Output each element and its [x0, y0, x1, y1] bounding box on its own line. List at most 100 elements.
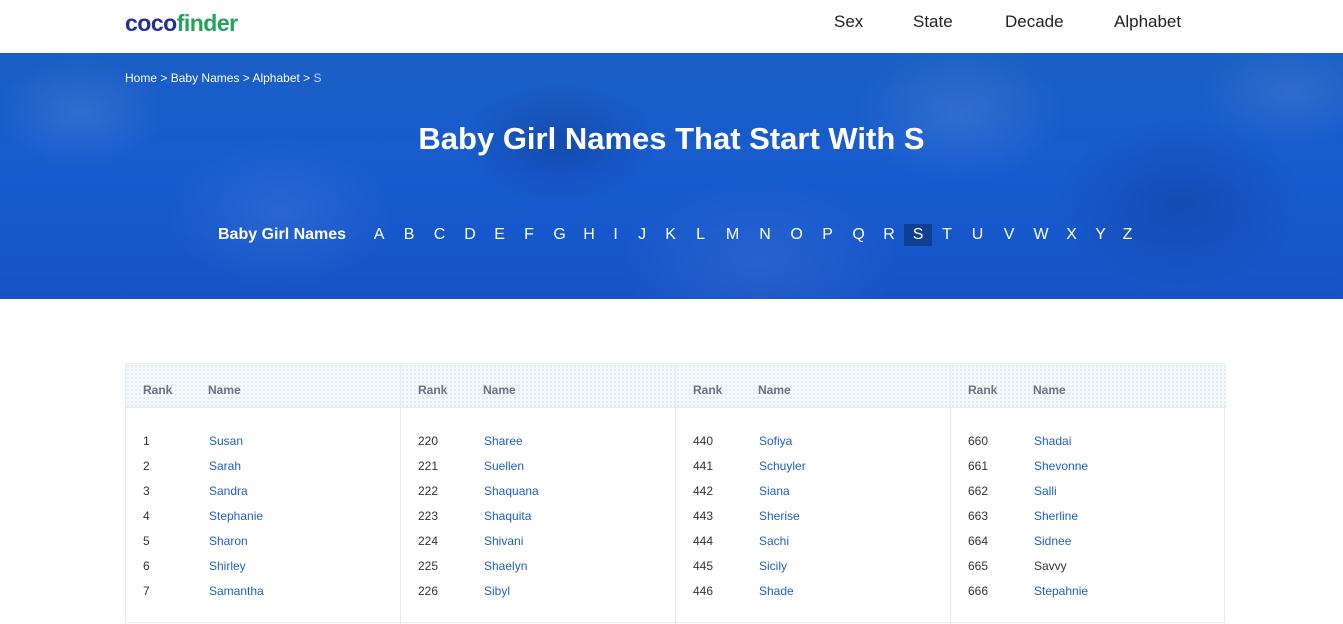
rank-cell: 442 — [693, 484, 714, 498]
hero-banner: Home > Baby Names > Alphabet > S Baby Gi… — [0, 53, 1343, 299]
name-link[interactable]: Stepahnie — [1034, 584, 1088, 598]
rank-header: Rank — [693, 383, 723, 397]
nav-alphabet[interactable]: Alphabet — [1114, 12, 1181, 32]
table-row: 442 Siana — [676, 484, 950, 509]
letter-link-x[interactable]: X — [1057, 224, 1086, 246]
nav-sex[interactable]: Sex — [834, 12, 863, 32]
letter-link-w[interactable]: W — [1025, 224, 1057, 246]
breadcrumb-home[interactable]: Home — [125, 71, 157, 85]
letter-link-k[interactable]: K — [656, 224, 685, 246]
letter-link-b[interactable]: B — [394, 224, 424, 246]
rank-cell: 5 — [143, 534, 150, 548]
letter-link-a[interactable]: A — [364, 224, 394, 246]
name-link[interactable]: Sofiya — [759, 434, 792, 448]
table-row: 3 Sandra — [126, 484, 400, 509]
names-column: Rank Name 220 Sharee 221 Suellen 222 Shaquana 22… — [401, 364, 676, 624]
letter-link-h[interactable]: H — [575, 224, 603, 246]
name-link[interactable]: Shevonne — [1034, 459, 1088, 473]
letter-link-f[interactable]: F — [514, 224, 544, 246]
rank-cell: 226 — [418, 584, 439, 598]
name-link[interactable]: Shaquita — [484, 509, 531, 523]
name-link[interactable]: Sandra — [209, 484, 248, 498]
page-title: Baby Girl Names That Start With S — [418, 121, 925, 156]
letter-link-o[interactable]: O — [781, 224, 812, 246]
table-row: 661 Shevonne — [951, 459, 1225, 484]
letter-link-d[interactable]: D — [455, 224, 485, 246]
name-link[interactable]: Salli — [1034, 484, 1057, 498]
name-link[interactable]: Shaelyn — [484, 559, 527, 573]
rank-cell: 440 — [693, 434, 714, 448]
nav-state[interactable]: State — [913, 12, 953, 32]
name-link[interactable]: Sibyl — [484, 584, 510, 598]
name-header: Name — [208, 383, 241, 397]
name-link[interactable]: Samantha — [209, 584, 264, 598]
table-row: 6 Shirley — [126, 559, 400, 584]
letter-link-y[interactable]: Y — [1086, 224, 1115, 246]
name-link[interactable]: Shirley — [209, 559, 246, 573]
letter-link-u[interactable]: U — [962, 224, 993, 246]
breadcrumb-alphabet[interactable]: Alphabet — [252, 71, 299, 85]
name-link[interactable]: Schuyler — [759, 459, 806, 473]
name-link[interactable]: Siana — [759, 484, 790, 498]
name-link[interactable]: Sherise — [759, 509, 800, 523]
table-row: 5 Sharon — [126, 534, 400, 559]
letter-link-v[interactable]: V — [993, 224, 1025, 246]
rank-cell: 444 — [693, 534, 714, 548]
letter-link-r[interactable]: R — [874, 224, 904, 246]
rank-cell: 7 — [143, 584, 150, 598]
name-link[interactable]: Sachi — [759, 534, 789, 548]
name-link[interactable]: Sidnee — [1034, 534, 1071, 548]
names-table: Rank Name 1 Susan 2 Sarah 3 Sandra 4 Stephanie 5 Sh… — [125, 363, 1226, 624]
rank-cell: 661 — [968, 459, 989, 473]
table-row: 441 Schuyler — [676, 459, 950, 484]
table-row: 663 Sherline — [951, 509, 1225, 534]
table-row: 662 Salli — [951, 484, 1225, 509]
letter-link-m[interactable]: M — [716, 224, 749, 246]
name-link[interactable]: Shaquana — [484, 484, 539, 498]
names-column: Rank Name 660 Shadai 661 Shevonne 662 Salli 663 S… — [951, 364, 1226, 624]
letter-nav-label[interactable]: Baby Girl Names — [218, 226, 346, 244]
table-row: 223 Shaquita — [401, 509, 675, 534]
table-header: Rank Name — [401, 364, 675, 408]
rank-header: Rank — [143, 383, 173, 397]
rank-cell: 225 — [418, 559, 439, 573]
name-link[interactable]: Shade — [759, 584, 794, 598]
name-link[interactable]: Sharon — [209, 534, 248, 548]
table-header: Rank Name — [951, 364, 1226, 408]
name-link[interactable]: Shivani — [484, 534, 523, 548]
letter-link-p[interactable]: P — [812, 224, 843, 246]
letter-link-t[interactable]: T — [932, 224, 962, 246]
letter-link-l[interactable]: L — [685, 224, 716, 246]
table-row: 445 Sicily — [676, 559, 950, 584]
name-link[interactable]: Sarah — [209, 459, 241, 473]
cocofinder-logo[interactable]: cocofinder — [125, 10, 238, 37]
table-row: 443 Sherise — [676, 509, 950, 534]
name-link[interactable]: Stephanie — [209, 509, 263, 523]
table-row: 226 Sibyl — [401, 584, 675, 609]
letter-link-g[interactable]: G — [544, 224, 575, 246]
rank-cell: 223 — [418, 509, 439, 523]
rank-cell: 4 — [143, 509, 150, 523]
name-link[interactable]: Suellen — [484, 459, 524, 473]
name-link[interactable]: Susan — [209, 434, 243, 448]
nav-decade[interactable]: Decade — [1005, 12, 1064, 32]
breadcrumb-current: S — [313, 71, 322, 85]
rank-cell: 6 — [143, 559, 150, 573]
letter-link-n[interactable]: N — [749, 224, 781, 246]
name-link[interactable]: Sherline — [1034, 509, 1078, 523]
table-row: 221 Suellen — [401, 459, 675, 484]
letter-link-z[interactable]: Z — [1115, 224, 1140, 246]
letter-link-c[interactable]: C — [424, 224, 455, 246]
table-row: 1 Susan — [126, 434, 400, 459]
letter-link-i[interactable]: I — [603, 224, 628, 246]
rank-cell: 665 — [968, 559, 989, 573]
letter-link-j[interactable]: J — [628, 224, 656, 246]
letter-link-e[interactable]: E — [485, 224, 514, 246]
rank-cell: 663 — [968, 509, 989, 523]
name-link[interactable]: Shadai — [1034, 434, 1071, 448]
name-link[interactable]: Sharee — [484, 434, 523, 448]
letter-link-q[interactable]: Q — [843, 224, 874, 246]
name-link[interactable]: Sicily — [759, 559, 787, 573]
letter-link-s[interactable]: S — [904, 224, 933, 246]
breadcrumb-baby-names[interactable]: Baby Names — [171, 71, 240, 85]
